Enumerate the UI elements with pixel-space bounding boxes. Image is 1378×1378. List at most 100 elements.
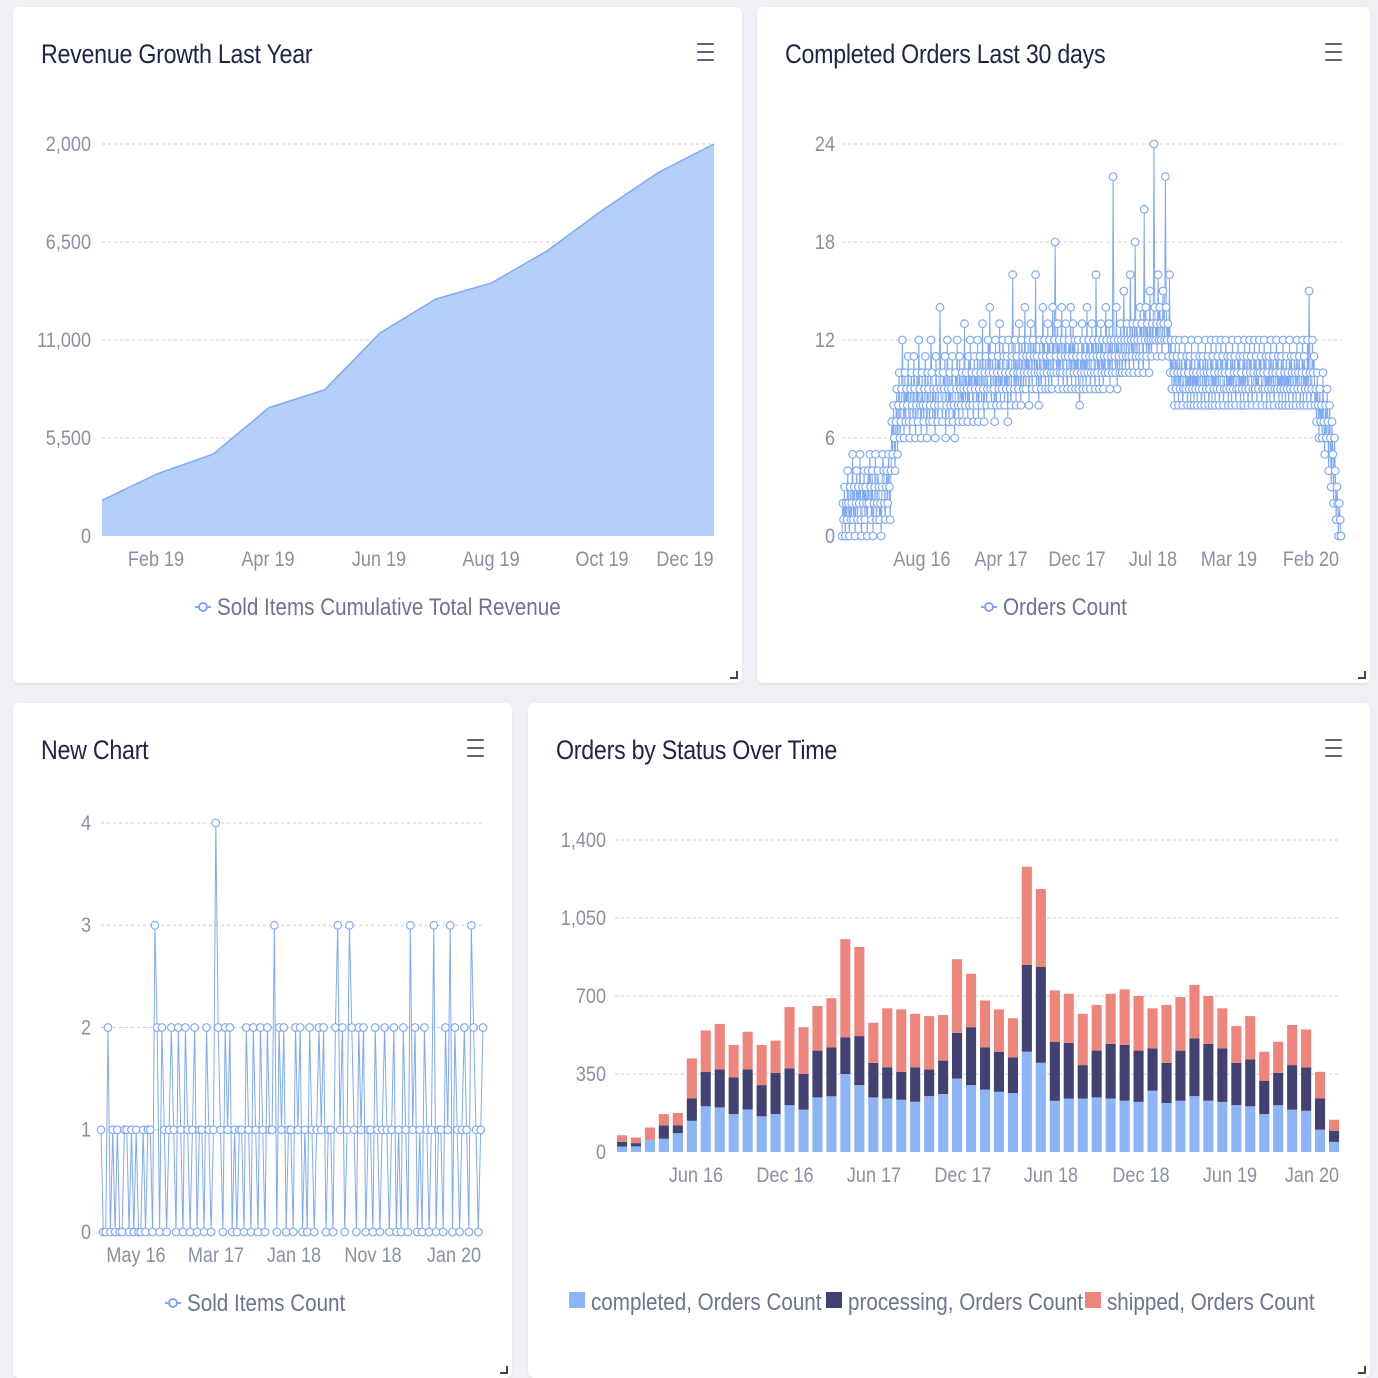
x-tick-label: Nov 18 — [344, 1244, 401, 1268]
processing-bar — [854, 1036, 865, 1086]
data-point — [244, 1125, 254, 1135]
completed-bar — [1273, 1105, 1284, 1152]
data-point — [979, 417, 989, 427]
data-point — [941, 433, 951, 443]
data-point — [1165, 270, 1174, 280]
data-point — [955, 351, 965, 361]
completed-bar — [784, 1105, 795, 1152]
data-point — [338, 1023, 347, 1032]
shipped-bar — [756, 1045, 767, 1086]
data-point — [335, 1125, 345, 1135]
shipped-bar — [1329, 1119, 1340, 1131]
resize-handle-icon[interactable] — [500, 1366, 508, 1374]
data-point — [302, 1227, 312, 1237]
y-tick-label: 3 — [81, 914, 91, 938]
data-point — [1315, 384, 1325, 394]
processing-bar — [812, 1050, 823, 1098]
shipped-bar — [1315, 1071, 1326, 1099]
data-point — [441, 1023, 450, 1032]
data-point — [1330, 466, 1340, 476]
data-point — [464, 1227, 474, 1237]
data-point — [1308, 335, 1317, 345]
completed-bar — [728, 1114, 739, 1152]
x-tick-label: Jan 20 — [1285, 1164, 1339, 1188]
x-tick-label: Feb 20 — [1283, 548, 1339, 572]
data-point — [1038, 302, 1048, 312]
data-point — [438, 1227, 448, 1237]
data-point — [914, 335, 924, 345]
x-tick-label: Jun 18 — [1024, 1164, 1078, 1188]
processing-bar — [1273, 1072, 1284, 1106]
completed-bar — [617, 1146, 628, 1152]
legend-swatch-icon — [1085, 1292, 1101, 1308]
completed-bar — [1035, 1062, 1046, 1152]
processing-bar — [798, 1074, 809, 1110]
resize-handle-icon[interactable] — [1358, 1366, 1366, 1374]
processing-bar — [672, 1125, 683, 1134]
shipped-bar — [882, 1008, 893, 1068]
data-point — [1020, 302, 1030, 312]
shipped-bar — [1133, 996, 1144, 1051]
data-point — [1149, 139, 1159, 149]
processing-bar — [1231, 1062, 1242, 1106]
data-point — [443, 1125, 453, 1135]
data-point — [1075, 400, 1085, 410]
data-point — [1161, 302, 1171, 312]
y-tick-label: 350 — [576, 1063, 606, 1087]
completed-bar — [672, 1133, 683, 1152]
shipped-bar — [1077, 1013, 1088, 1066]
shipped-bar — [1105, 993, 1116, 1044]
shipped-bar — [784, 1007, 795, 1069]
x-tick-label: Jun 16 — [669, 1164, 723, 1188]
data-point — [1161, 172, 1170, 182]
data-point — [328, 1227, 338, 1237]
shipped-bar — [1021, 866, 1032, 965]
data-point — [1014, 319, 1024, 329]
processing-bar — [1287, 1065, 1298, 1110]
data-point — [288, 1227, 298, 1237]
processing-bar — [840, 1037, 851, 1074]
completed-bar — [1315, 1129, 1326, 1152]
shipped-bar — [617, 1135, 628, 1142]
resize-handle-icon[interactable] — [1358, 671, 1366, 679]
shipped-bar — [1189, 984, 1200, 1039]
data-point — [1327, 417, 1337, 427]
processing-bar — [630, 1143, 641, 1147]
data-point — [940, 351, 950, 361]
completed-bar — [1329, 1142, 1340, 1152]
x-tick-label: Jul 18 — [1129, 548, 1177, 572]
legend-swatch-icon — [826, 1292, 842, 1308]
processing-bar — [1063, 1042, 1074, 1099]
x-tick-label: Oct 19 — [575, 548, 628, 572]
data-point — [279, 1023, 289, 1032]
legend-label: completed, Orders Count — [591, 1289, 822, 1316]
shipped-bar — [952, 959, 963, 1033]
data-point — [352, 1227, 361, 1237]
legend-marker-icon — [168, 1298, 178, 1308]
completed-bar — [1007, 1092, 1018, 1152]
processing-bar — [966, 1027, 977, 1086]
resize-handle-icon[interactable] — [730, 671, 738, 679]
data-point — [973, 335, 983, 345]
data-point — [459, 1023, 469, 1032]
data-point — [272, 1227, 282, 1237]
data-point — [420, 1023, 429, 1032]
processing-bar — [980, 1047, 991, 1090]
data-point — [965, 335, 975, 345]
completed-bar — [952, 1078, 963, 1152]
shipped-bar — [644, 1127, 655, 1140]
processing-bar — [1259, 1080, 1270, 1115]
data-point — [978, 319, 987, 329]
y-tick-label: 6,500 — [46, 231, 91, 255]
data-point — [922, 433, 932, 443]
x-tick-label: May 16 — [106, 1244, 165, 1268]
data-point — [455, 1227, 465, 1237]
legend-label: processing, Orders Count — [848, 1289, 1084, 1316]
data-point — [950, 433, 960, 443]
y-tick-label: 11,000 — [37, 329, 91, 353]
x-tick-label: Jun 19 — [1203, 1164, 1257, 1188]
shipped-bar — [896, 1009, 907, 1072]
y-tick-label: 0 — [825, 525, 835, 549]
completed-bar — [1161, 1103, 1172, 1152]
data-point — [466, 920, 476, 930]
